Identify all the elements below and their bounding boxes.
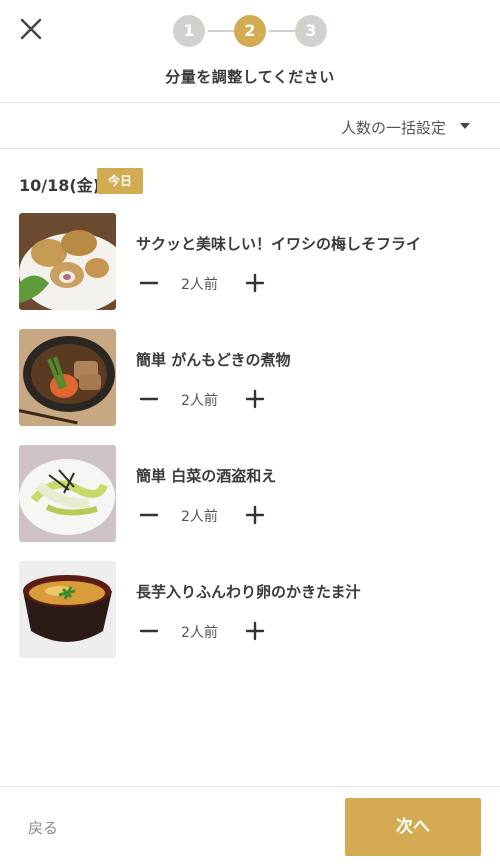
plus-icon[interactable] (243, 387, 267, 411)
recipe-item: 長芋入りふんわり卵のかきたま汁 2人前 (19, 561, 489, 659)
step-1: 1 (173, 15, 205, 47)
minus-icon[interactable] (137, 271, 161, 295)
servings-value: 2人前 (181, 625, 218, 641)
close-icon[interactable] (14, 12, 48, 46)
footer-bar: 戻る 次へ (0, 786, 500, 866)
servings-value: 2人前 (181, 393, 218, 409)
plus-icon[interactable] (243, 503, 267, 527)
recipe-title: 長芋入りふんわり卵のかきたま汁 (136, 583, 361, 601)
recipe-title: 簡単 白菜の酒盗和え (136, 467, 277, 485)
recipe-photo (19, 561, 116, 658)
recipe-photo (19, 445, 116, 542)
page-title: 分量を調整してください (165, 68, 335, 86)
step-connector (208, 30, 234, 32)
recipe-photo (19, 329, 116, 426)
today-badge: 今日 (97, 168, 143, 194)
recipe-item: 簡単 がんもどきの煮物 2人前 (19, 329, 489, 427)
recipe-item: サクッと美味しい！イワシの梅しそフライ 2人前 (19, 213, 489, 311)
bulk-servings-label: 人数の一括設定 (340, 119, 446, 137)
minus-icon[interactable] (137, 387, 161, 411)
back-button[interactable]: 戻る (28, 817, 58, 838)
date-label: 10/18(金) (19, 176, 101, 195)
minus-icon[interactable] (137, 503, 161, 527)
minus-icon[interactable] (137, 619, 161, 643)
recipe-photo (19, 213, 116, 310)
plus-icon[interactable] (243, 271, 267, 295)
caret-down-icon (460, 123, 470, 129)
bulk-servings-selector[interactable]: 人数の一括設定 (0, 104, 500, 149)
step-indicator: 1 2 3 (173, 15, 327, 49)
plus-icon[interactable] (243, 619, 267, 643)
header: 1 2 3 分量を調整してください (0, 0, 500, 103)
recipe-item: 簡単 白菜の酒盗和え 2人前 (19, 445, 489, 543)
step-connector (269, 30, 295, 32)
servings-value: 2人前 (181, 277, 218, 293)
recipe-title: 簡単 がんもどきの煮物 (136, 351, 291, 369)
step-3: 3 (295, 15, 327, 47)
step-2-current: 2 (234, 15, 266, 47)
recipe-title: サクッと美味しい！イワシの梅しそフライ (136, 235, 422, 253)
servings-value: 2人前 (181, 509, 218, 525)
next-button[interactable]: 次へ (345, 798, 481, 856)
